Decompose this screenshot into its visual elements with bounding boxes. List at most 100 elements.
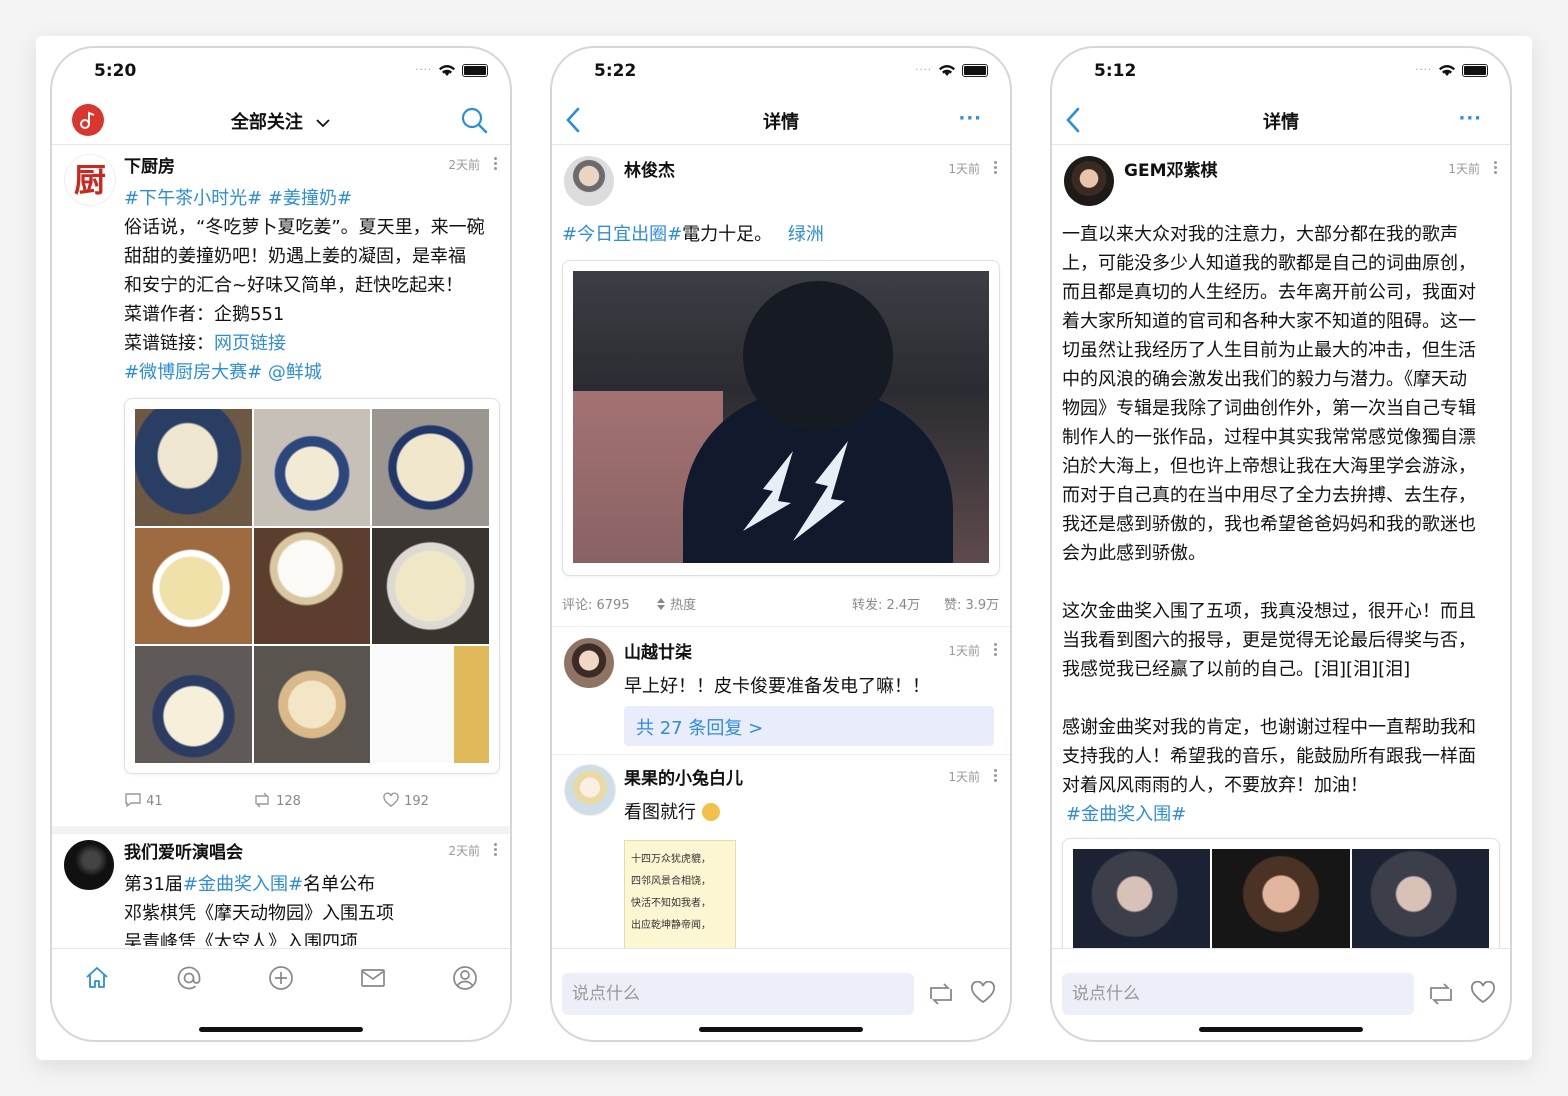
photo-thumb[interactable]	[1212, 849, 1350, 949]
more-icon[interactable]	[494, 843, 498, 857]
comment-text: 看图就行	[624, 798, 720, 827]
photo-thumb[interactable]	[372, 527, 489, 645]
photo-thumb[interactable]	[253, 646, 371, 763]
avatar[interactable]	[64, 840, 114, 890]
profile-icon[interactable]	[452, 965, 478, 991]
post-text-line: 邓紫棋凭《摩天动物园》入围五项	[124, 903, 394, 924]
home-indicator	[199, 1027, 363, 1032]
comment-count: 41	[146, 794, 163, 809]
heart-icon[interactable]	[970, 981, 996, 1005]
home-indicator	[1199, 1027, 1363, 1032]
comment-count: 评论: 6795	[562, 598, 630, 613]
more-icon[interactable]	[994, 161, 998, 175]
post-author[interactable]: 我们爱听演唱会	[124, 838, 243, 863]
photo-thumb[interactable]	[372, 409, 489, 526]
post-text-line: 上，可能没多少人知道我的歌都是自己的词曲原创，	[1062, 253, 1476, 274]
comment-input[interactable]: 说点什么	[1062, 973, 1414, 1015]
post-text-line: 一直以来大众对我的注意力，大部分都在我的歌声	[1062, 224, 1458, 245]
home-icon[interactable]	[84, 965, 110, 991]
comment-author[interactable]: 山越廿柒	[624, 638, 692, 663]
view-replies-button[interactable]: 共 27 条回复 >	[624, 706, 994, 746]
replies-label: 共 27 条回复 >	[636, 718, 764, 739]
heart-icon	[383, 792, 399, 807]
more-icon[interactable]	[494, 157, 498, 171]
hashtag-link[interactable]: #金曲奖入围#	[1066, 800, 1502, 829]
heart-icon[interactable]	[1470, 981, 1496, 1005]
photo-thumb[interactable]	[1073, 849, 1211, 949]
signal-icon: ····	[415, 65, 432, 76]
wifi-icon	[439, 65, 455, 76]
hashtag-link[interactable]: #金曲奖入围#	[183, 874, 303, 895]
post-text-line: 第31届#金曲奖入围#名单公布	[124, 874, 376, 895]
status-bar: 5:22 ····	[552, 48, 1010, 92]
avatar[interactable]: 厨	[64, 154, 116, 206]
comment-image[interactable]: 十四万众犹虎貔， 四邻风景合相饶， 快活不知如我者， 出应乾坤静帝闻，	[624, 840, 736, 950]
search-icon[interactable]	[460, 106, 488, 134]
photo-thumb[interactable]	[372, 646, 489, 763]
photo-thumb[interactable]	[135, 527, 252, 645]
photo-thumb[interactable]	[253, 409, 371, 526]
photo-thumb[interactable]	[1351, 849, 1489, 949]
post-text-line: 吴青峰凭《太空人》入围四项	[124, 932, 358, 946]
repost-icon[interactable]	[926, 983, 956, 1005]
more-icon[interactable]	[994, 769, 998, 783]
repost-action[interactable]: 128	[252, 792, 301, 809]
feed-filter-label: 全部关注	[230, 112, 303, 133]
sort-toggle[interactable]: 热度	[656, 594, 696, 613]
avatar[interactable]	[564, 764, 616, 816]
repost-icon[interactable]	[1426, 983, 1456, 1005]
at-icon[interactable]	[176, 965, 202, 991]
web-link[interactable]: 网页链接	[214, 333, 286, 354]
mail-icon[interactable]	[360, 967, 386, 989]
poem-line: 出应乾坤静帝闻，	[631, 920, 711, 931]
post-text-line: 切虽然让我经历了人生目前为止最大的冲击，但生活	[1062, 340, 1476, 361]
post-text-line: 我还是感到骄傲的，我也希望爸爸妈妈和我的歌迷也	[1062, 514, 1476, 535]
post-text-line: 甜甜的姜撞奶吧！奶遇上姜的凝固，是幸福	[124, 246, 466, 267]
battery-icon	[462, 64, 488, 77]
avatar[interactable]	[564, 156, 614, 206]
footer-hashtags[interactable]: #微博厨房大赛# @鲜城	[124, 358, 322, 387]
post-author[interactable]: 林俊杰	[624, 156, 675, 181]
photo-thumb[interactable]	[135, 409, 252, 526]
hashtag-link[interactable]: #今日宜出圈#	[562, 224, 682, 245]
detail-header: 详情 ···	[552, 96, 1010, 145]
comment-icon	[125, 793, 141, 808]
post-time: 2天前	[448, 158, 480, 172]
poem-line: 快活不知如我者，	[631, 898, 711, 909]
comment-text: 早上好！！皮卡俊要准备发电了嘛！！	[624, 676, 930, 697]
wifi-icon	[939, 65, 955, 76]
comment-input[interactable]: 说点什么	[562, 973, 914, 1015]
post-hashtags[interactable]: #下午茶小时光# #姜撞奶#	[124, 184, 352, 213]
phone-detail-gem: 5:12 ···· 详情 ··· GEM邓紫棋 1天前 一直以来大众对我的注意力…	[1050, 46, 1512, 1042]
more-icon[interactable]	[1494, 161, 1498, 175]
post-author[interactable]: 下厨房	[124, 152, 175, 177]
repost-count: 128	[276, 794, 301, 809]
comment-input-bar: 说点什么	[552, 948, 1010, 1019]
photo-thumb[interactable]	[253, 527, 371, 645]
post-text-line: 制作人的一张作品，过程中其实我常常感觉像獨自漂	[1062, 427, 1476, 448]
photo-thumb[interactable]	[135, 646, 252, 763]
avatar[interactable]	[1064, 156, 1114, 206]
post-text-line: 感谢金曲奖对我的肯定，也谢谢过程中一直帮助我和	[1062, 717, 1476, 738]
avatar[interactable]	[564, 638, 614, 688]
post-image[interactable]	[562, 260, 1000, 576]
plus-icon[interactable]	[268, 965, 294, 991]
emoji-icon	[701, 803, 720, 821]
detail-header: 详情 ···	[1052, 96, 1510, 145]
more-options-icon[interactable]: ···	[958, 108, 982, 129]
sort-icon	[657, 598, 665, 610]
more-icon[interactable]	[994, 643, 998, 657]
post-text-line: 泊於大海上，但也许上帝想让我在大海里学会游泳，	[1062, 456, 1476, 477]
location-link[interactable]: 绿洲	[788, 224, 824, 245]
post-author[interactable]: GEM邓紫棋	[1124, 156, 1217, 181]
comment-action[interactable]: 41	[124, 792, 163, 809]
feed-filter-dropdown[interactable]: 全部关注	[52, 108, 510, 134]
like-action[interactable]: 192	[382, 792, 429, 809]
post-body: 一直以来大众对我的注意力，大部分都在我的歌声 上，可能没多少人知道我的歌都是自己…	[1062, 220, 1502, 829]
more-options-icon[interactable]: ···	[1458, 108, 1482, 129]
comment-author[interactable]: 果果的小兔白儿	[624, 764, 743, 789]
comment-input-bar: 说点什么	[1052, 948, 1510, 1019]
post-text: #今日宜出圈#電力十足。 绿洲	[562, 224, 824, 245]
like-count: 赞: 3.9万	[944, 598, 1000, 613]
image-grid	[124, 398, 500, 774]
